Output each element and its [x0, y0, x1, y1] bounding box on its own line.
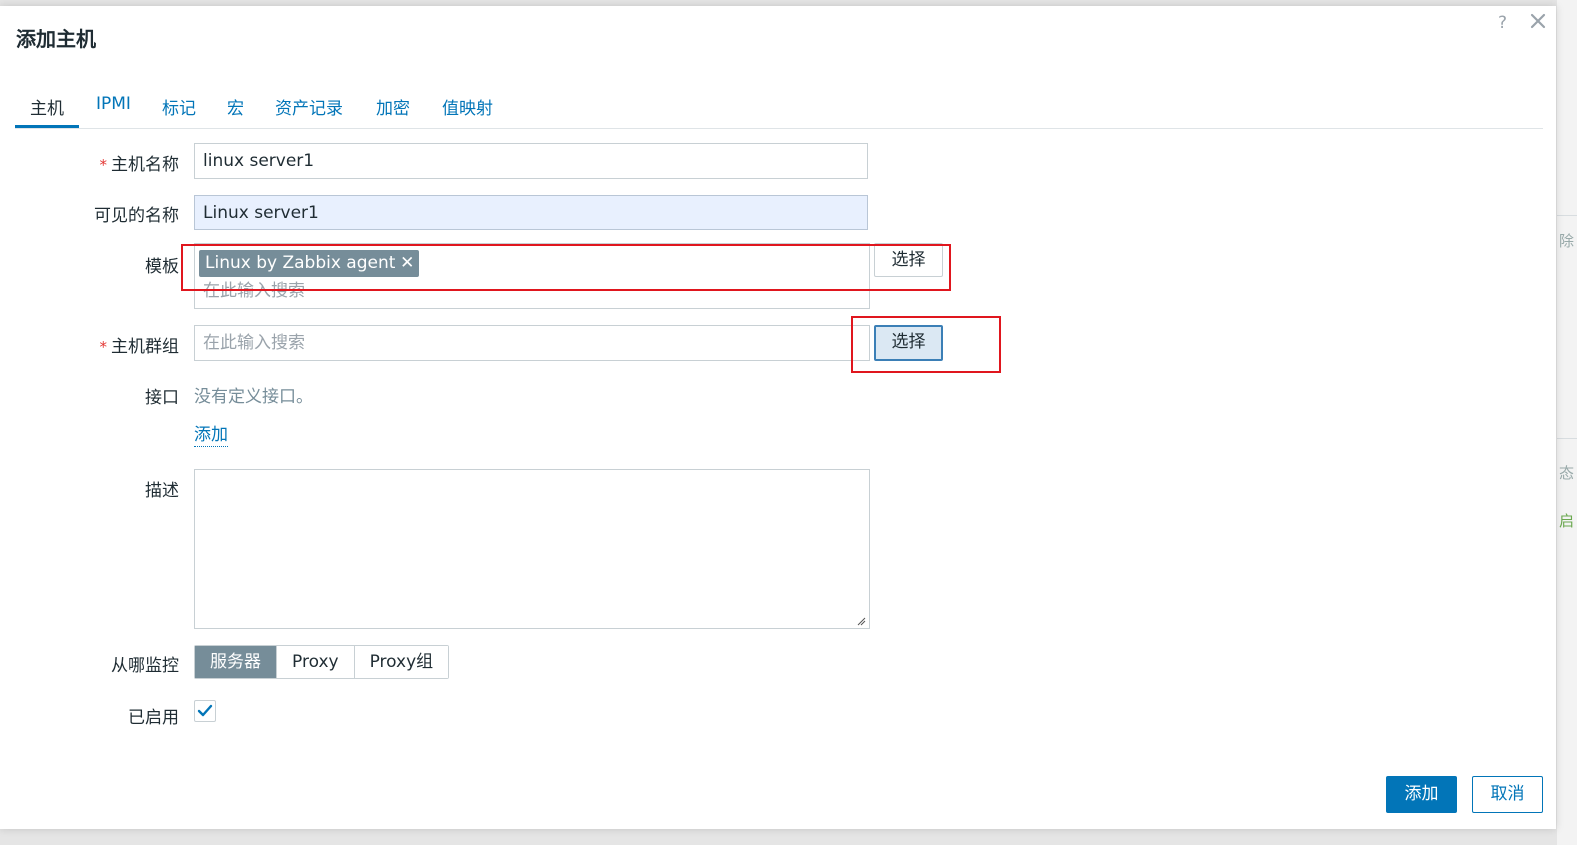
dialog-title: 添加主机: [16, 27, 96, 51]
interfaces-label: 接口: [145, 388, 179, 408]
background-divider: [1557, 438, 1577, 439]
cancel-button[interactable]: 取消: [1472, 776, 1543, 813]
background-text: 启: [1559, 512, 1575, 530]
resize-grip-icon[interactable]: [856, 616, 866, 626]
visible-name-input[interactable]: [194, 195, 868, 230]
host-groups-label-text: 主机群组: [111, 337, 179, 357]
enabled-label: 已启用: [128, 708, 179, 728]
tab-ipmi[interactable]: IPMI: [96, 94, 131, 127]
required-mark: *: [99, 338, 108, 356]
templates-select-button[interactable]: 选择: [874, 243, 943, 277]
host-name-label-text: 主机名称: [111, 155, 179, 175]
template-tag-label: Linux by Zabbix agent: [205, 253, 396, 273]
description-textarea[interactable]: [194, 469, 870, 629]
monitored-by-proxy-group[interactable]: Proxy组: [354, 646, 449, 678]
templates-search-input[interactable]: [203, 281, 803, 301]
host-groups-search-input[interactable]: [194, 325, 870, 361]
background-page: 除 态 启: [1557, 0, 1577, 845]
description-label: 描述: [145, 481, 179, 501]
tab-encryption[interactable]: 加密: [376, 94, 410, 127]
close-icon[interactable]: [1528, 11, 1548, 33]
add-interface-link[interactable]: 添加: [194, 424, 228, 447]
background-divider: [1557, 215, 1577, 216]
host-name-label: * 主机名称: [9, 150, 180, 175]
host-groups-select-button[interactable]: 选择: [874, 325, 943, 361]
tab-bar: 主机 IPMI 标记 宏 资产记录 加密 值映射: [15, 86, 1543, 129]
templates-multiselect[interactable]: Linux by Zabbix agent ✕: [194, 243, 870, 309]
template-tag: Linux by Zabbix agent ✕: [199, 250, 420, 277]
checkmark-icon: [197, 704, 213, 717]
background-text: 除: [1559, 232, 1575, 250]
required-mark: *: [99, 156, 108, 174]
enabled-checkbox[interactable]: [194, 700, 216, 722]
monitored-by-proxy[interactable]: Proxy: [277, 646, 355, 678]
help-icon[interactable]: ?: [1498, 13, 1507, 33]
visible-name-label: 可见的名称: [94, 206, 179, 226]
monitored-by-label: 从哪监控: [111, 656, 179, 676]
background-text: 态: [1559, 464, 1575, 482]
monitored-by-segmented: 服务器 Proxy Proxy组: [194, 645, 450, 679]
add-button[interactable]: 添加: [1386, 776, 1457, 813]
tab-inventory[interactable]: 资产记录: [275, 94, 343, 127]
tab-tags[interactable]: 标记: [162, 94, 196, 127]
add-host-dialog: 添加主机 ? 主机 IPMI 标记 宏 资产记录 加密 值映射 *主机名称 可见…: [0, 6, 1556, 829]
monitored-by-server[interactable]: 服务器: [195, 646, 277, 678]
no-interfaces-text: 没有定义接口。: [194, 387, 313, 407]
tab-host[interactable]: 主机: [15, 94, 79, 128]
templates-label: 模板: [145, 257, 179, 277]
host-name-input[interactable]: [194, 143, 868, 179]
remove-icon[interactable]: ✕: [400, 250, 414, 277]
host-groups-label: * 主机群组: [9, 332, 180, 357]
tab-value-mapping[interactable]: 值映射: [442, 94, 493, 127]
tab-macros[interactable]: 宏: [227, 94, 244, 127]
